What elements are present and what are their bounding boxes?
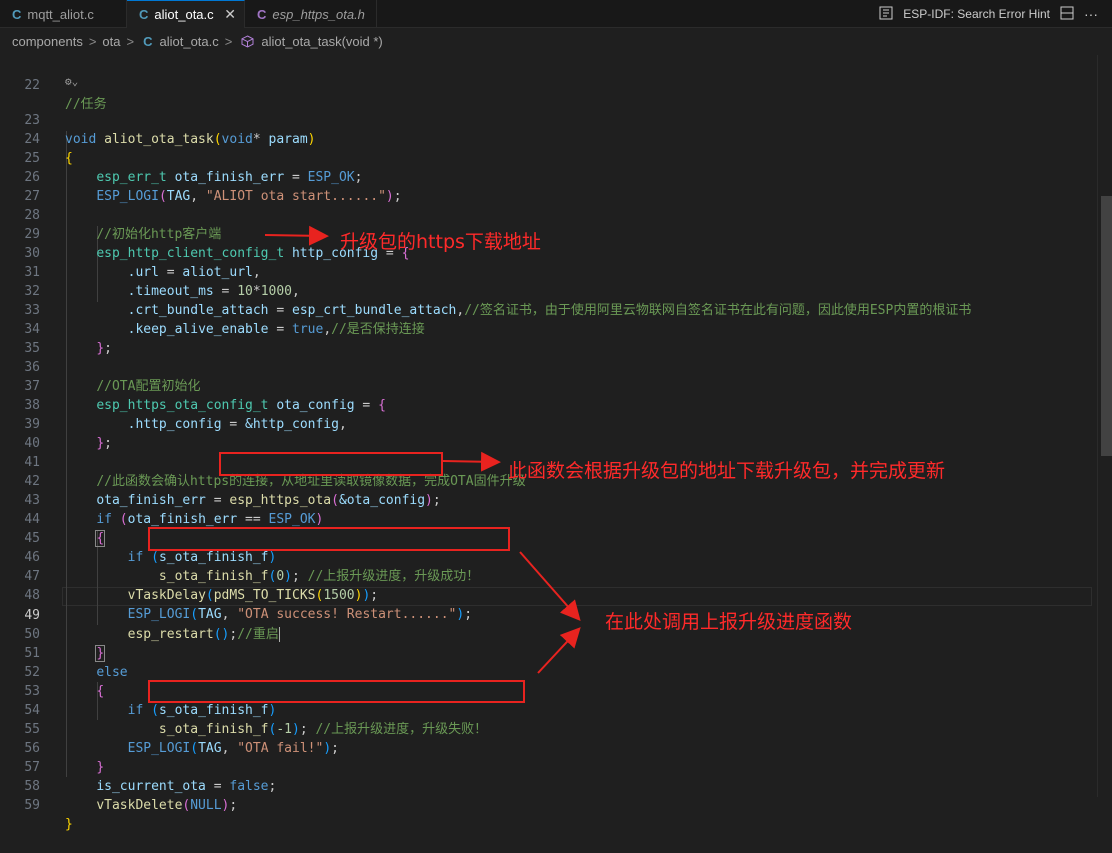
annotation-report-note: 在此处调用上报升级进度函数 <box>605 611 853 633</box>
annotation-url-note: 升级包的https下载地址 <box>340 231 541 253</box>
arrow-url <box>264 225 329 246</box>
annotation-arrows <box>264 225 581 674</box>
arrow-esp-https-ota <box>442 451 501 472</box>
arrow-fail-report <box>537 627 581 674</box>
line-number: 59 <box>24 798 40 813</box>
arrow-success-report <box>519 551 581 622</box>
annotation-ota-note: 此函数会根据升级包的地址下载升级包，并完成更新 <box>508 460 946 482</box>
